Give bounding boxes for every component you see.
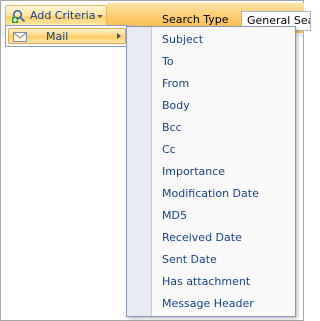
submenu-item-sent-date[interactable]: Sent Date [162,250,217,270]
menu-item-label: Mail [46,30,69,43]
chevron-right-icon [117,33,121,39]
submenu-item-modification-date[interactable]: Modification Date [162,184,259,204]
submenu-item-message-header[interactable]: Message Header [162,294,254,314]
submenu-icon-gutter [127,27,152,316]
mail-envelope-icon [13,32,27,42]
submenu-item-to[interactable]: To [162,52,174,72]
menu-item-mail[interactable]: Mail [8,28,126,44]
submenu-item-from[interactable]: From [162,74,189,94]
submenu-item-body[interactable]: Body [162,96,190,116]
add-criteria-button[interactable]: Add Criteria [5,5,107,27]
chevron-down-icon[interactable] [97,15,103,18]
search-type-label: Search Type [162,13,229,26]
submenu-item-md5[interactable]: MD5 [162,206,187,226]
submenu-item-bcc[interactable]: Bcc [162,118,182,138]
submenu-item-importance[interactable]: Importance [162,162,225,182]
submenu-item-cc[interactable]: Cc [162,140,176,160]
submenu-item-subject[interactable]: Subject [162,30,203,50]
mail-fields-submenu: Subject To From Body Bcc Cc Importance M… [126,26,296,317]
add-search-icon [12,9,26,23]
submenu-item-received-date[interactable]: Received Date [162,228,242,248]
criteria-menu: Mail [5,25,129,47]
add-criteria-label: Add Criteria [30,9,96,22]
submenu-item-has-attachment[interactable]: Has attachment [162,272,250,292]
